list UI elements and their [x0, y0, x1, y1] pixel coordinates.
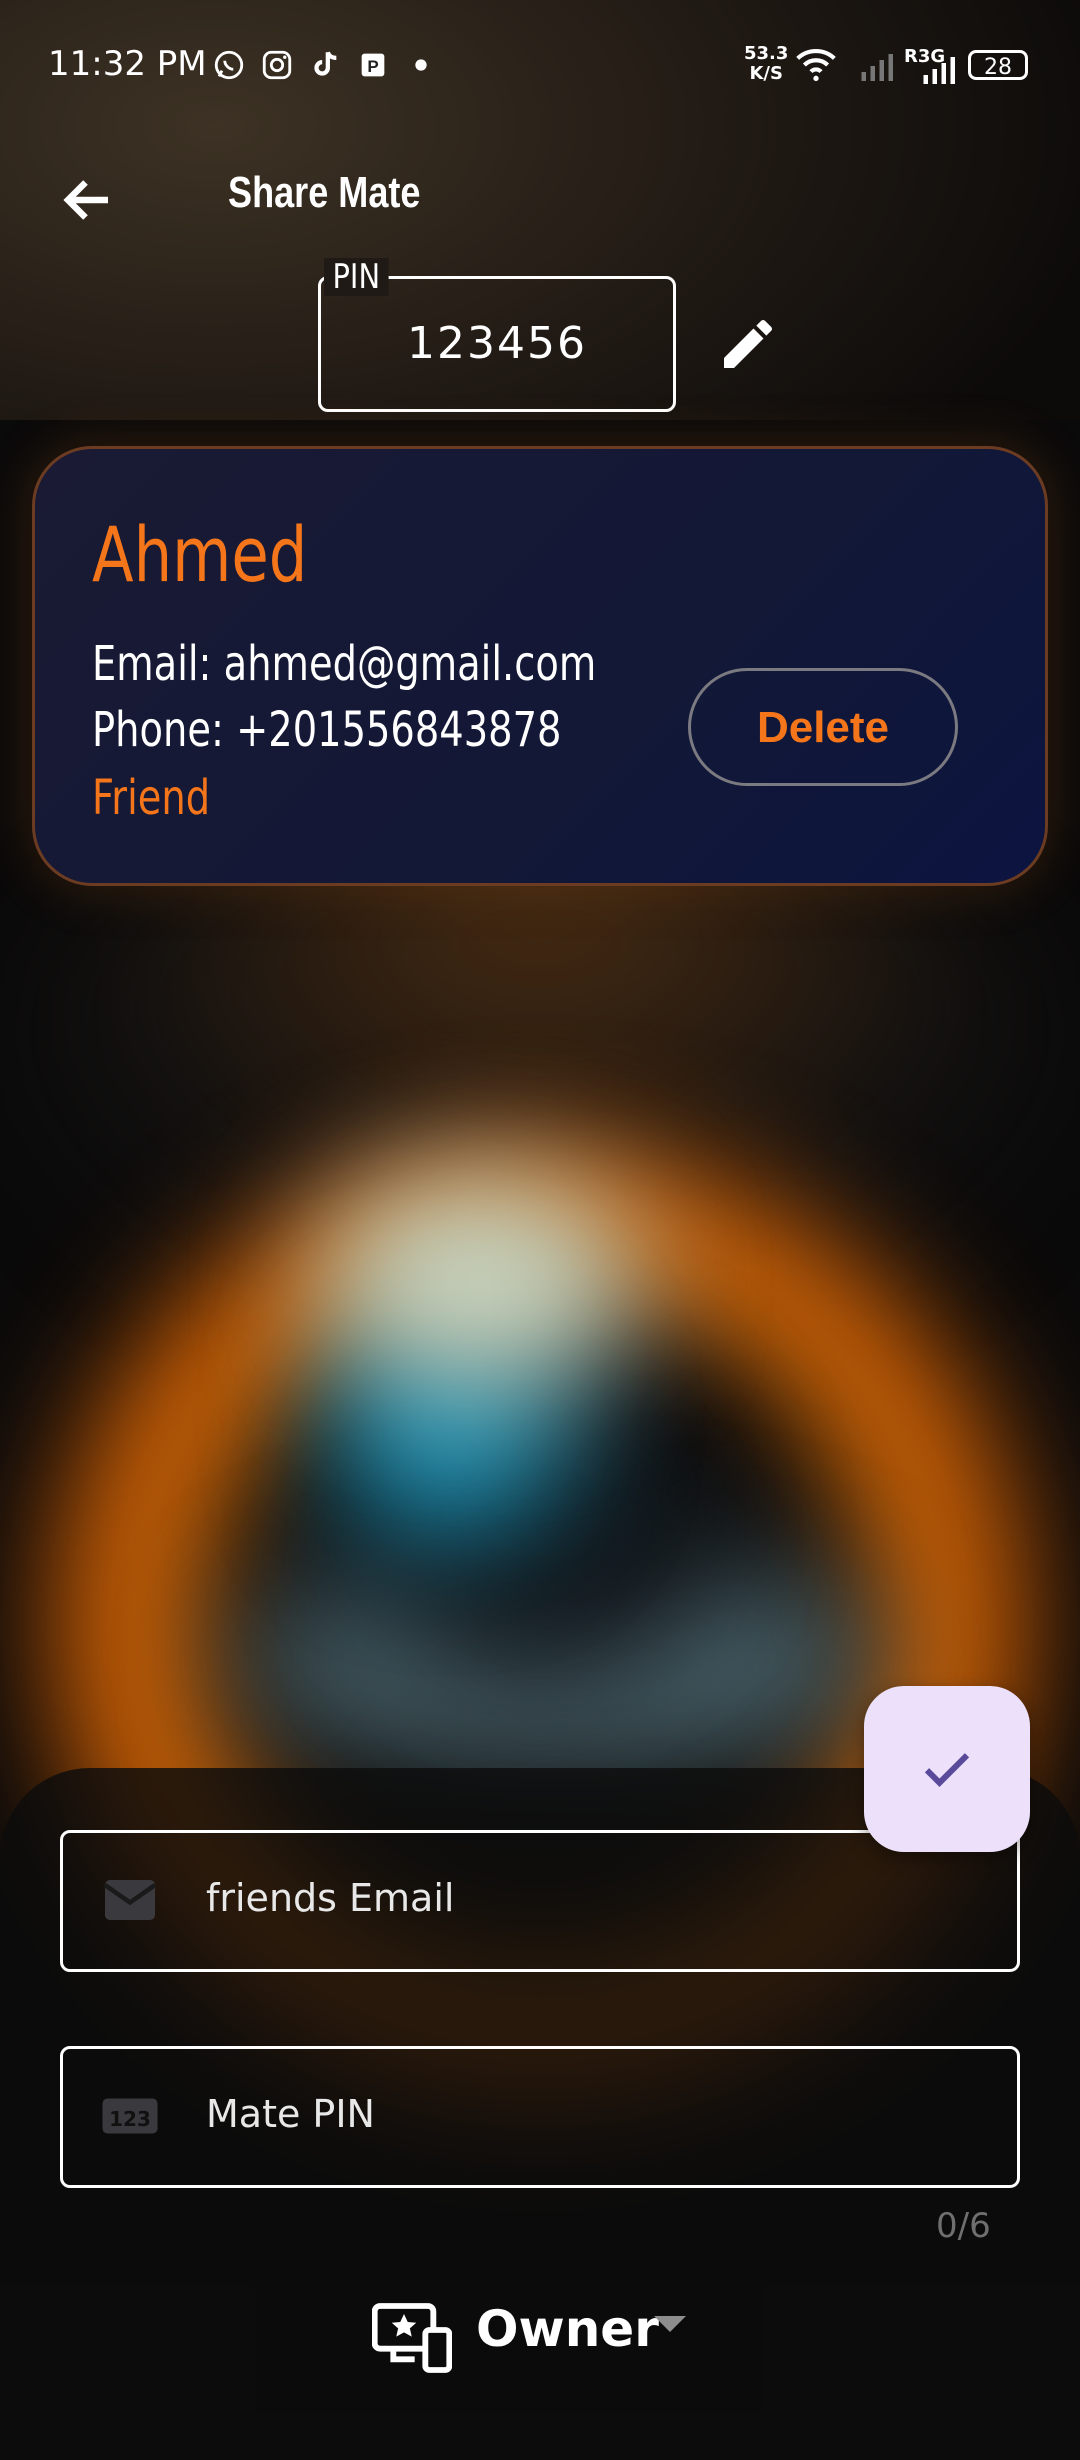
notification-dot-icon	[415, 59, 427, 71]
whatsapp-icon	[214, 50, 244, 80]
powerpoint-icon: P	[361, 53, 385, 77]
email-envelope-icon	[103, 1880, 157, 1920]
instagram-icon	[262, 50, 292, 80]
mate-email: Email: ahmed@gmail.com	[92, 636, 597, 692]
status-time: 11:32 PM	[48, 44, 207, 84]
email-placeholder: friends Email	[206, 1876, 455, 1920]
signal-icon	[923, 57, 955, 84]
mate-phone: Phone: +201556843878	[92, 702, 562, 758]
battery-indicator: 28	[968, 50, 1028, 80]
svg-text:P: P	[367, 57, 378, 76]
owner-role-icon	[372, 2303, 452, 2373]
mate-name: Ahmed	[92, 510, 308, 599]
net-speed: 53.3 K/S	[744, 43, 789, 84]
svg-text:123: 123	[109, 2107, 151, 2131]
role-select-value[interactable]: Owner	[476, 2300, 659, 2358]
page-title: Share Mate	[228, 168, 421, 217]
check-icon	[924, 1753, 970, 1787]
pin-value: 123456	[407, 318, 587, 369]
pin-123-icon: 123	[102, 2098, 158, 2134]
app-bar: Share Mate	[0, 150, 1080, 250]
status-bar: 11:32 PM P 53.3 K/S R3G 28	[0, 0, 1080, 130]
email-field[interactable]	[60, 1830, 1020, 1972]
tiktok-icon	[314, 51, 337, 76]
mate-relation: Friend	[92, 770, 211, 826]
mate-pin-field[interactable]	[60, 2046, 1020, 2188]
back-arrow-icon[interactable]	[58, 170, 118, 230]
confirm-fab-button[interactable]	[864, 1686, 1030, 1852]
pin-char-counter: 0/6	[936, 2206, 991, 2246]
signal-weak-icon	[861, 54, 893, 81]
mate-pin-placeholder: Mate PIN	[206, 2092, 375, 2136]
delete-button[interactable]: Delete	[688, 668, 958, 786]
wifi-icon	[796, 48, 836, 81]
edit-pencil-icon[interactable]	[716, 312, 780, 376]
dropdown-arrow-icon[interactable]	[654, 2316, 686, 2332]
